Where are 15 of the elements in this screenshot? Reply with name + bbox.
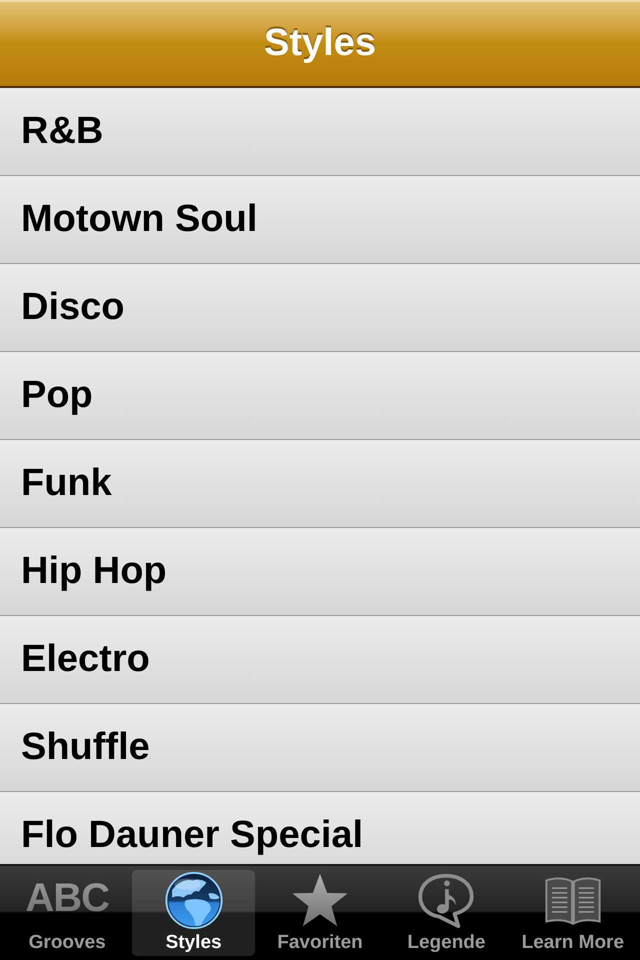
list-row[interactable]: Shuffle xyxy=(0,704,640,792)
list-row[interactable]: Pop xyxy=(0,352,640,440)
list-row[interactable]: Electro xyxy=(0,616,640,704)
list-row[interactable]: Motown Soul xyxy=(0,176,640,264)
tab[interactable]: Favoriten xyxy=(258,870,382,956)
tab[interactable]: Styles xyxy=(132,870,255,956)
list-row[interactable]: R&B xyxy=(0,88,640,176)
list-row[interactable]: Funk xyxy=(0,440,640,528)
nav-title: Styles xyxy=(264,22,376,64)
tab[interactable]: Learn More xyxy=(512,870,634,956)
globe-icon xyxy=(162,871,225,930)
tab[interactable]: ABC Grooves xyxy=(6,870,128,956)
list-row[interactable]: Hip Hop xyxy=(0,528,640,616)
tab[interactable]: Legende xyxy=(385,870,508,956)
list-row[interactable]: Disco xyxy=(0,264,640,352)
